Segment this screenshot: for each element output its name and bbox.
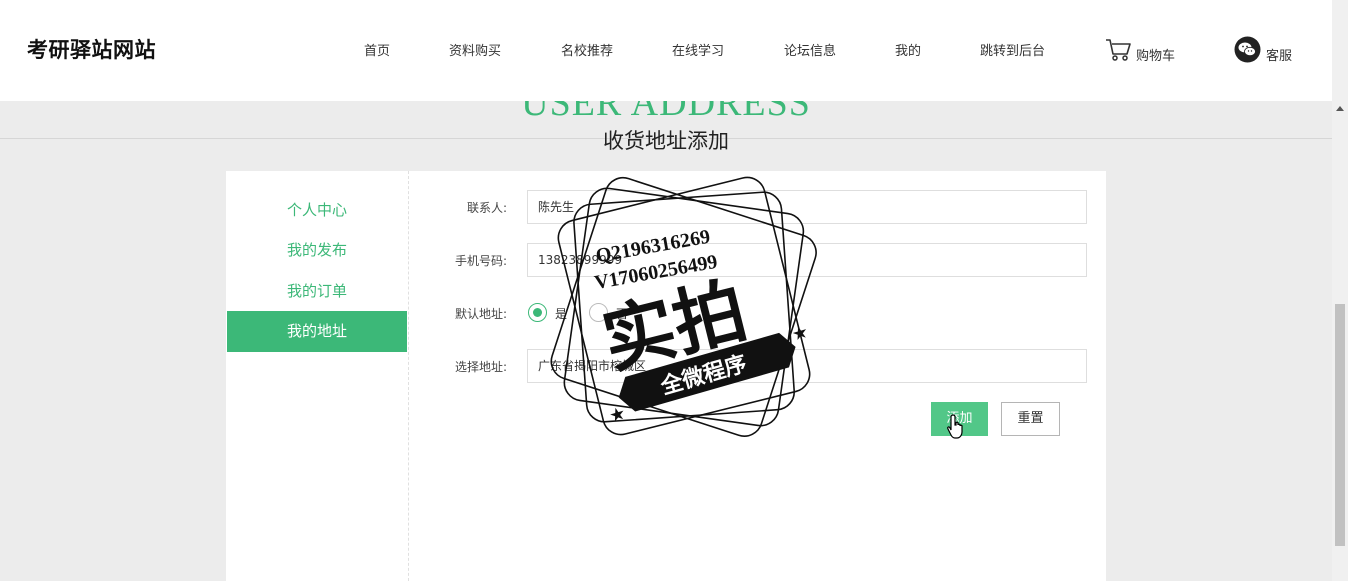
- scrollbar[interactable]: [1332, 101, 1348, 581]
- nav-forum[interactable]: 论坛信息: [784, 40, 836, 59]
- sidebar-item-profile[interactable]: 个人中心: [227, 190, 407, 230]
- sidebar-item-posts[interactable]: 我的发布: [227, 230, 407, 270]
- default-yes-radio[interactable]: [528, 303, 547, 322]
- default-yes-label: 是: [555, 307, 568, 321]
- address-label: 选择地址:: [454, 360, 507, 374]
- cart-icon: [1106, 39, 1131, 61]
- service-label: 客服: [1266, 49, 1293, 64]
- scrollbar-top-area: [1332, 0, 1348, 101]
- content-panel: 个人中心 我的发布 我的订单 我的地址 联系人: 陈先生 手机号码: 13823…: [226, 171, 1106, 581]
- default-no-label: 否: [616, 307, 629, 321]
- scrollbar-thumb[interactable]: [1335, 304, 1345, 546]
- phone-input[interactable]: 13823899999: [527, 243, 1087, 277]
- reset-button[interactable]: 重置: [1001, 402, 1060, 436]
- address-select[interactable]: 广东省揭阳市榕城区: [527, 349, 1087, 383]
- sidebar: 个人中心 我的发布 我的订单 我的地址: [226, 171, 409, 581]
- cart-label: 购物车: [1136, 49, 1176, 64]
- page-title: 收货地址添加: [603, 129, 729, 153]
- nav-home[interactable]: 首页: [364, 40, 390, 59]
- banner-english-title: USER ADDRESS: [521, 101, 811, 124]
- contact-label: 联系人:: [466, 201, 507, 215]
- default-no-radio[interactable]: [589, 303, 608, 322]
- contact-input[interactable]: 陈先生: [527, 190, 1087, 224]
- nav-mine[interactable]: 我的: [895, 40, 921, 59]
- default-address-label: 默认地址:: [454, 307, 507, 321]
- sidebar-item-orders[interactable]: 我的订单: [227, 271, 407, 311]
- header: 考研驿站网站 首页 资料购买 名校推荐 在线学习 论坛信息 我的 跳转到后台 购…: [0, 0, 1332, 101]
- nav-schools[interactable]: 名校推荐: [561, 40, 613, 59]
- site-logo[interactable]: 考研驿站网站: [27, 34, 156, 64]
- scroll-up-icon[interactable]: [1336, 106, 1344, 111]
- phone-label: 手机号码:: [454, 254, 507, 268]
- nav-materials[interactable]: 资料购买: [449, 40, 501, 59]
- nav-online-study[interactable]: 在线学习: [672, 40, 724, 59]
- sidebar-item-address[interactable]: 我的地址: [227, 311, 407, 352]
- wechat-icon: [1234, 36, 1261, 63]
- window-edge: [1348, 0, 1366, 581]
- nav-admin[interactable]: 跳转到后台: [980, 40, 1045, 59]
- hand-cursor-icon: [947, 414, 963, 439]
- nav-cart[interactable]: 购物车: [1105, 36, 1175, 64]
- nav-service[interactable]: 客服: [1234, 35, 1292, 64]
